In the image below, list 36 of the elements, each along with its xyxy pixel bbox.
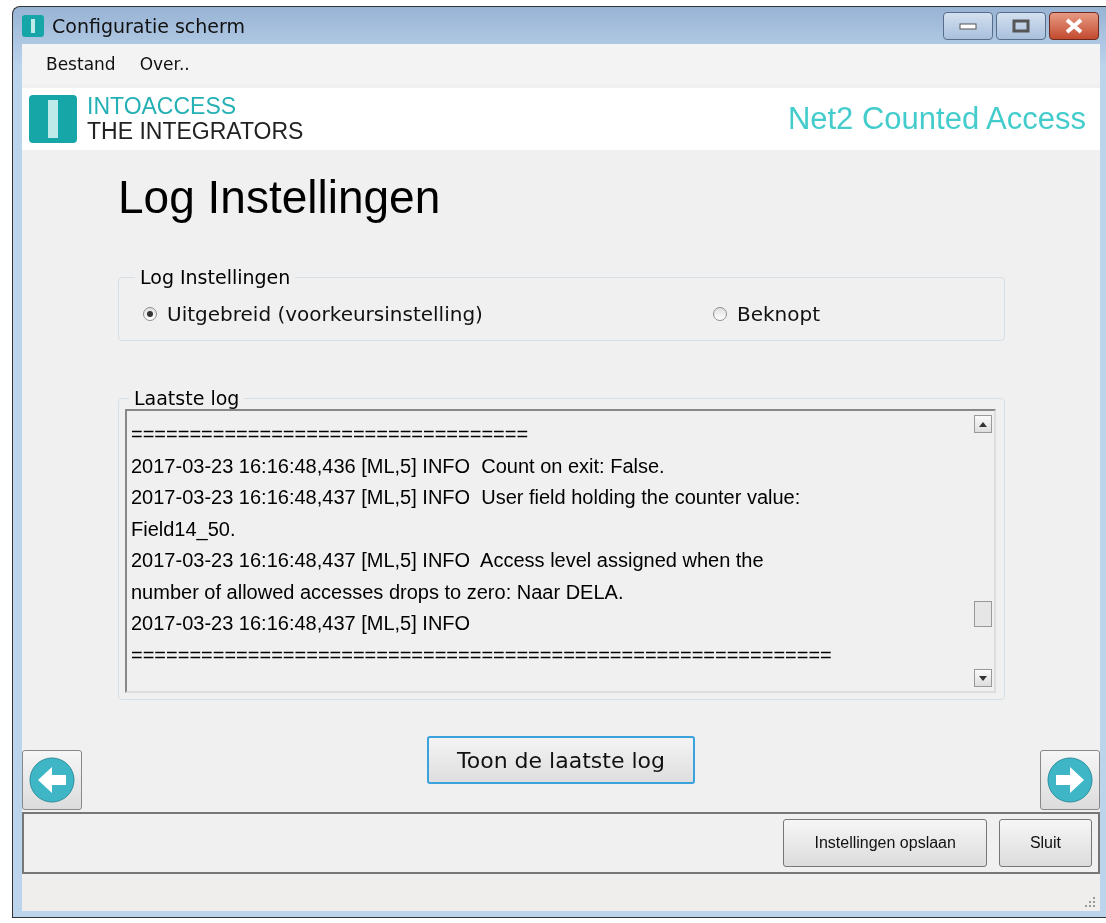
window-title: Configuratie scherm — [52, 14, 246, 37]
maximize-button[interactable] — [996, 11, 1046, 40]
brand-name: INTOACCESS — [87, 94, 238, 119]
radio-option[interactable]: Uitgebreid (voorkeursinstelling) — [143, 302, 713, 326]
brand-tagline: THE INTEGRATORS — [87, 119, 304, 144]
log-line: ================================== — [131, 422, 530, 447]
group-title: Log Instellingen — [139, 266, 292, 288]
log-line: Field14_50. — [131, 516, 237, 543]
footer-button[interactable]: Instellingen opslaan — [783, 819, 987, 867]
maximize-icon — [1012, 18, 1030, 33]
footer-button[interactable]: Sluit — [998, 819, 1092, 867]
back-button[interactable] — [22, 750, 82, 810]
resize-grip-icon — [1084, 896, 1096, 908]
product-title: Net2 Counted Access — [787, 101, 1086, 137]
radio-option[interactable]: Beknopt — [713, 302, 821, 326]
page-heading: Log Instellingen — [118, 170, 442, 224]
minimize-button[interactable] — [943, 11, 993, 40]
menu-item[interactable]: Over.. — [131, 50, 198, 78]
show-log-button[interactable]: Toon de laatste log — [427, 736, 695, 784]
log-line: ============================================================ — [131, 642, 833, 668]
app-icon — [22, 14, 44, 37]
log-line: 2017-03-23 16:16:48,437 [ML,5] INFO Access level assigned when the — [131, 548, 765, 573]
log-line: number of allowed accesses drops to zero: Naar DELA. — [131, 579, 625, 605]
close-button[interactable] — [1049, 11, 1099, 40]
log-line: 2017-03-23 16:16:48,437 [ML,5] INFO User field holding the counter value: — [131, 485, 802, 510]
scroll-down-icon[interactable] — [974, 669, 992, 687]
log-line: 2017-03-23 16:16:48,437 [ML,5] INFO — [131, 611, 472, 636]
group-title: Laatste log — [133, 387, 241, 409]
scroll-up-icon[interactable] — [974, 415, 992, 433]
next-button[interactable] — [1040, 750, 1100, 810]
scrollbar-thumb[interactable] — [974, 601, 992, 627]
logo-icon — [29, 95, 77, 143]
close-icon — [1064, 17, 1084, 34]
minimize-icon — [959, 21, 977, 30]
menu-item[interactable]: Bestand — [38, 50, 124, 78]
log-line: 2017-03-23 16:16:48,436 [ML,5] INFO Count on exit: False. — [131, 453, 666, 479]
